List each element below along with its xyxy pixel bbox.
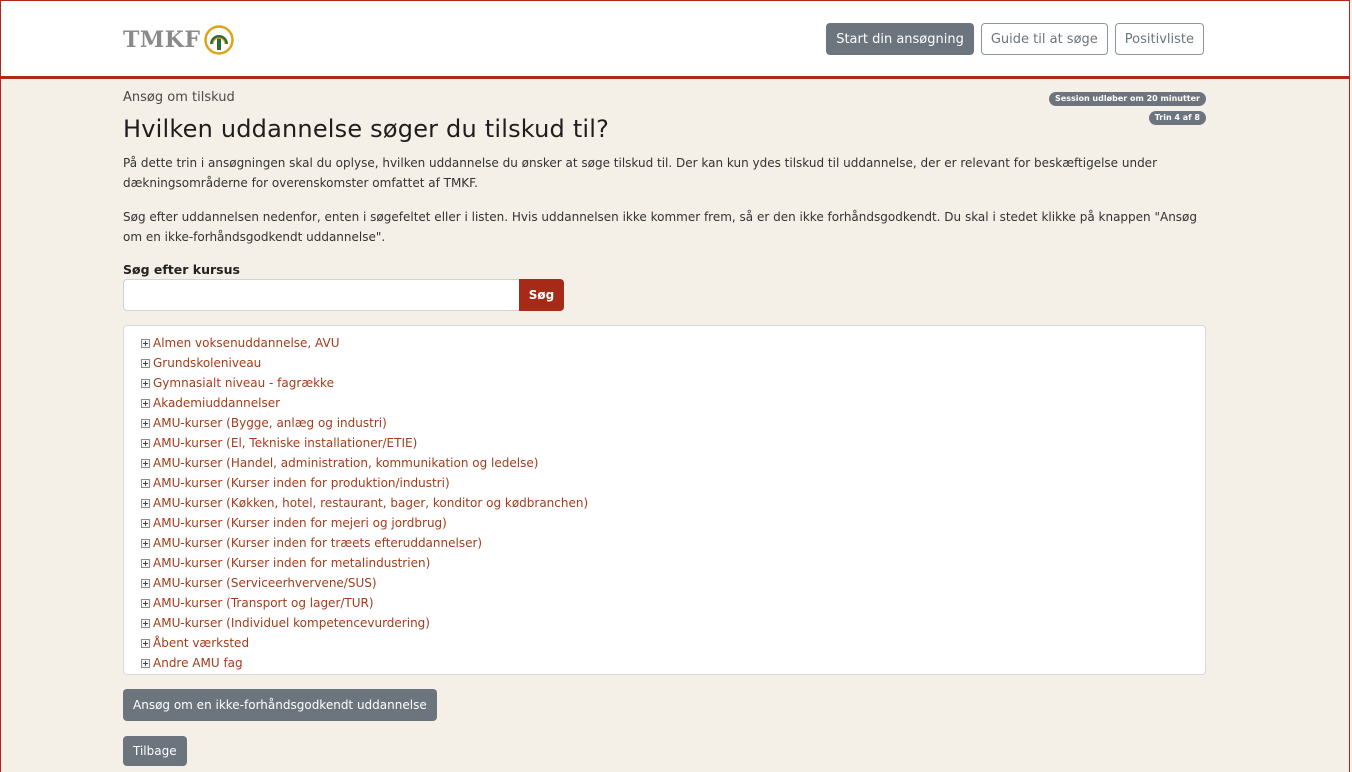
expand-plus-icon[interactable] bbox=[141, 598, 150, 608]
expand-plus-icon[interactable] bbox=[141, 658, 150, 668]
course-search-input[interactable] bbox=[123, 279, 519, 311]
expand-plus-icon[interactable] bbox=[141, 378, 150, 388]
tree-item-link[interactable]: AMU-kurser (Bygge, anlæg og industri) bbox=[153, 413, 387, 433]
tree-item-link[interactable]: Almen voksenuddannelse, AVU bbox=[153, 333, 340, 353]
tree-item-link[interactable]: AMU-kurser (Kurser inden for produktion/… bbox=[153, 473, 450, 493]
logo-mark-icon bbox=[204, 25, 235, 55]
site-header: TMKF Start din ansøgning Guide til at sø… bbox=[1, 1, 1349, 79]
tree-item-link[interactable]: Grundskoleniveau bbox=[153, 353, 261, 373]
session-badge: Session udløber om 20 minutter bbox=[1049, 92, 1206, 106]
tmkf-logo[interactable]: TMKF bbox=[123, 25, 235, 55]
search-label: Søg efter kursus bbox=[123, 262, 240, 277]
tree-item: AMU-kurser (El, Tekniske installationer/… bbox=[141, 433, 1205, 453]
intro-paragraph-1: På dette trin i ansøgningen skal du oply… bbox=[123, 156, 1157, 190]
expand-plus-icon[interactable] bbox=[141, 358, 150, 368]
expand-plus-icon[interactable] bbox=[141, 398, 150, 408]
page-frame: TMKF Start din ansøgning Guide til at sø… bbox=[0, 0, 1350, 772]
apply-unapproved-education-button[interactable]: Ansøg om en ikke-forhåndsgodkendt uddann… bbox=[123, 689, 437, 721]
tree-item: Andre AMU fag bbox=[141, 653, 1205, 673]
step-badge: Trin 4 af 8 bbox=[1148, 111, 1206, 125]
tree-item: AMU-kurser (Kurser inden for træets efte… bbox=[141, 533, 1205, 553]
page-title: Hvilken uddannelse søger du tilskud til? bbox=[123, 115, 610, 143]
expand-plus-icon[interactable] bbox=[141, 538, 150, 548]
expand-plus-icon[interactable] bbox=[141, 338, 150, 348]
breadcrumb: Ansøg om tilskud bbox=[123, 90, 235, 105]
tree-item-link[interactable]: Åbent værksted bbox=[153, 633, 249, 653]
back-button[interactable]: Tilbage bbox=[123, 736, 187, 766]
expand-plus-icon[interactable] bbox=[141, 518, 150, 528]
tree-item-link[interactable]: AMU-kurser (El, Tekniske installationer/… bbox=[153, 433, 417, 453]
tree-item-link[interactable]: AMU-kurser (Kurser inden for metalindust… bbox=[153, 553, 430, 573]
tree-item: Almen voksenuddannelse, AVU bbox=[141, 333, 1205, 353]
tree-item-link[interactable]: Gymnasialt niveau - fagrække bbox=[153, 373, 334, 393]
tree-item: AMU-kurser (Serviceerhvervene/SUS) bbox=[141, 573, 1205, 593]
expand-plus-icon[interactable] bbox=[141, 558, 150, 568]
tree-item-link[interactable]: AMU-kurser (Kurser inden for mejeri og j… bbox=[153, 513, 447, 533]
tree-item-link[interactable]: AMU-kurser (Transport og lager/TUR) bbox=[153, 593, 374, 613]
tree-item: AMU-kurser (Kurser inden for produktion/… bbox=[141, 473, 1205, 493]
tree-item: Åbent værksted bbox=[141, 633, 1205, 653]
tree-item: AMU-kurser (Individuel kompetencevurderi… bbox=[141, 613, 1205, 633]
tree-item: AMU-kurser (Transport og lager/TUR) bbox=[141, 593, 1205, 613]
expand-plus-icon[interactable] bbox=[141, 618, 150, 628]
positive-list-button[interactable]: Positivliste bbox=[1114, 23, 1204, 55]
intro-paragraph-2: Søg efter uddannelsen nedenfor, enten i … bbox=[123, 210, 1198, 244]
status-badges: Session udløber om 20 minutter Trin 4 af… bbox=[1049, 92, 1206, 125]
tree-item: AMU-kurser (Kurser inden for mejeri og j… bbox=[141, 513, 1205, 533]
tree-item: Grundskoleniveau bbox=[141, 353, 1205, 373]
logo-text: TMKF bbox=[123, 27, 201, 53]
education-tree: Almen voksenuddannelse, AVU Grundskoleniv… bbox=[123, 325, 1206, 675]
tree-item-link[interactable]: AMU-kurser (Individuel kompetencevurderi… bbox=[153, 613, 430, 633]
tree-item: AMU-kurser (Bygge, anlæg og industri) bbox=[141, 413, 1205, 433]
expand-plus-icon[interactable] bbox=[141, 418, 150, 428]
expand-plus-icon[interactable] bbox=[141, 438, 150, 448]
tree-item: Gymnasialt niveau - fagrække bbox=[141, 373, 1205, 393]
tree-item: AMU-kurser (Kurser inden for metalindust… bbox=[141, 553, 1205, 573]
tree-item-link[interactable]: Akademiuddannelser bbox=[153, 393, 280, 413]
tree-item: AMU-kurser (Køkken, hotel, restaurant, b… bbox=[141, 493, 1205, 513]
tree-item-link[interactable]: Andre AMU fag bbox=[153, 653, 243, 673]
guide-button[interactable]: Guide til at søge bbox=[980, 23, 1108, 55]
search-button[interactable]: Søg bbox=[519, 279, 564, 311]
tree-item-link[interactable]: AMU-kurser (Køkken, hotel, restaurant, b… bbox=[153, 493, 588, 513]
tree-item: AMU-kurser (Handel, administration, komm… bbox=[141, 453, 1205, 473]
header-nav: Start din ansøgning Guide til at søge Po… bbox=[826, 23, 1204, 55]
tree-item-link[interactable]: AMU-kurser (Handel, administration, komm… bbox=[153, 453, 538, 473]
expand-plus-icon[interactable] bbox=[141, 498, 150, 508]
tree-item-link[interactable]: AMU-kurser (Serviceerhvervene/SUS) bbox=[153, 573, 377, 593]
expand-plus-icon[interactable] bbox=[141, 458, 150, 468]
education-tree-list: Almen voksenuddannelse, AVU Grundskoleniv… bbox=[141, 333, 1205, 673]
expand-plus-icon[interactable] bbox=[141, 478, 150, 488]
start-application-button[interactable]: Start din ansøgning bbox=[826, 23, 974, 55]
expand-plus-icon[interactable] bbox=[141, 638, 150, 648]
tree-item-link[interactable]: AMU-kurser (Kurser inden for træets efte… bbox=[153, 533, 482, 553]
tree-item: Akademiuddannelser bbox=[141, 393, 1205, 413]
search-group: Søg bbox=[123, 279, 564, 311]
expand-plus-icon[interactable] bbox=[141, 578, 150, 588]
